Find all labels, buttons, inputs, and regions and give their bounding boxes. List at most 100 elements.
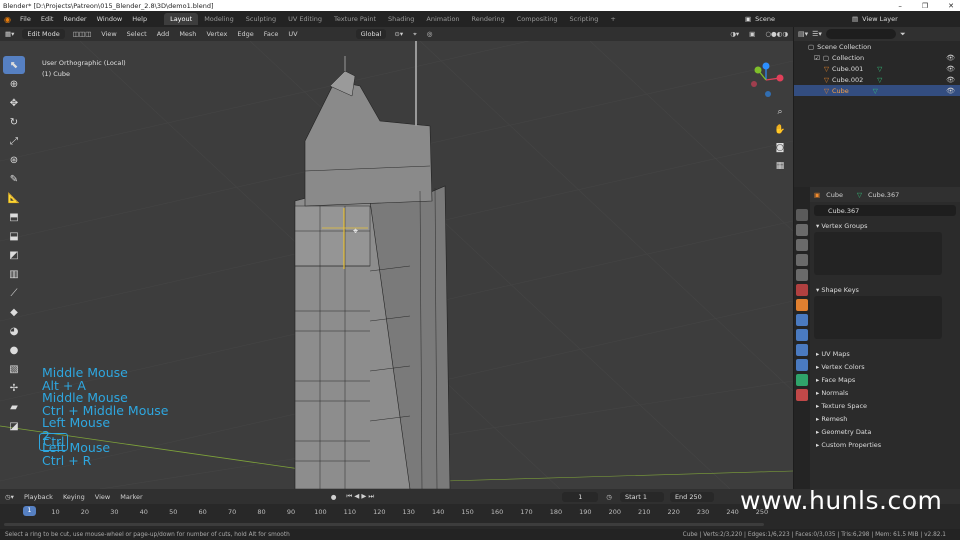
panel-texture-space[interactable]: ▸ Texture Space bbox=[810, 399, 960, 412]
timeline-editor-icon[interactable]: ◷▾ bbox=[0, 493, 19, 501]
xray-icon[interactable]: ▣ bbox=[744, 30, 760, 38]
filter-icon[interactable]: ⏷ bbox=[900, 30, 906, 39]
physics-tab-icon[interactable] bbox=[796, 344, 808, 356]
eye-icon[interactable]: 👁 bbox=[946, 54, 955, 62]
zoom-icon[interactable]: ⌕ bbox=[773, 105, 787, 119]
shape-keys-list[interactable] bbox=[814, 296, 942, 339]
playhead-marker[interactable]: 1 bbox=[23, 506, 36, 516]
camera-icon[interactable]: ◙ bbox=[773, 141, 787, 155]
grid-view-icon[interactable]: ▦ bbox=[773, 159, 787, 173]
bevel-tool-icon[interactable]: ◩ bbox=[3, 246, 25, 264]
view-layer-tab-icon[interactable] bbox=[796, 254, 808, 266]
rip-tool-icon[interactable]: ◪ bbox=[3, 417, 25, 435]
constraints-tab-icon[interactable] bbox=[796, 359, 808, 371]
panel-vertex-colors[interactable]: ▸ Vertex Colors bbox=[810, 360, 960, 373]
tab-texture-paint[interactable]: Texture Paint bbox=[328, 13, 382, 25]
tab-sculpting[interactable]: Sculpting bbox=[240, 13, 282, 25]
menu-help[interactable]: Help bbox=[127, 15, 152, 23]
display-mode-icon[interactable]: ☰▾ bbox=[812, 30, 822, 38]
overlay-icon[interactable]: ◑▾ bbox=[725, 30, 744, 38]
measure-tool-icon[interactable]: 📐 bbox=[3, 189, 25, 207]
menu-playback[interactable]: Playback bbox=[19, 493, 58, 501]
panel-normals[interactable]: ▸ Normals bbox=[810, 386, 960, 399]
menu-marker[interactable]: Marker bbox=[115, 493, 147, 501]
gizmo-y-icon[interactable] bbox=[754, 66, 762, 74]
panel-custom-properties[interactable]: ▸ Custom Properties bbox=[810, 438, 960, 451]
mode-dropdown[interactable]: Edit Mode bbox=[22, 29, 65, 39]
render-tab-icon[interactable] bbox=[796, 224, 808, 236]
tab-layout[interactable]: Layout bbox=[164, 13, 199, 25]
vp-menu-face[interactable]: Face bbox=[259, 30, 284, 38]
menu-render[interactable]: Render bbox=[58, 15, 91, 23]
outliner-editor-icon[interactable]: ▤▾ bbox=[798, 30, 808, 38]
outliner-row-cube-001[interactable]: ▽ Cube.001 ▽ 👁 bbox=[794, 63, 960, 74]
tab-scripting[interactable]: Scripting bbox=[564, 13, 605, 25]
select-mode-icons[interactable]: ◫◫◫ bbox=[68, 30, 96, 38]
transform-tool-icon[interactable]: ⊛ bbox=[3, 151, 25, 169]
menu-edit[interactable]: Edit bbox=[36, 15, 59, 23]
scale-tool-icon[interactable]: ⤢ bbox=[3, 132, 25, 150]
vp-menu-view[interactable]: View bbox=[96, 30, 121, 38]
particles-tab-icon[interactable] bbox=[796, 329, 808, 341]
panel-face-maps[interactable]: ▸ Face Maps bbox=[810, 373, 960, 386]
scene-selector[interactable]: ▣ Scene bbox=[745, 13, 815, 25]
loop-cut-tool-icon[interactable]: ▥ bbox=[3, 265, 25, 283]
eye-icon[interactable]: 👁 bbox=[946, 65, 955, 73]
blender-logo-icon[interactable]: ◉ bbox=[0, 15, 15, 24]
menu-window[interactable]: Window bbox=[92, 15, 128, 23]
rotate-tool-icon[interactable]: ↻ bbox=[3, 113, 25, 131]
menu-keying[interactable]: Keying bbox=[58, 493, 90, 501]
smooth-tool-icon[interactable]: ● bbox=[3, 341, 25, 359]
panel-geometry-data[interactable]: ▸ Geometry Data bbox=[810, 425, 960, 438]
vp-menu-mesh[interactable]: Mesh bbox=[174, 30, 201, 38]
3d-viewport[interactable]: ⌖ User Orthographic (Local) (1) Cube Mid… bbox=[0, 41, 793, 489]
cursor-tool-icon[interactable]: ⊕ bbox=[3, 75, 25, 93]
select-tool-icon[interactable]: ⬉ bbox=[3, 56, 25, 74]
checkbox-icon[interactable]: ☑ bbox=[814, 54, 820, 62]
extrude-tool-icon[interactable]: ⬒ bbox=[3, 208, 25, 226]
start-frame-field[interactable]: Start 1 bbox=[619, 491, 664, 502]
tab-uv-editing[interactable]: UV Editing bbox=[282, 13, 328, 25]
edge-slide-tool-icon[interactable]: ▧ bbox=[3, 360, 25, 378]
scene-tab-icon[interactable] bbox=[796, 269, 808, 281]
outliner-row-cube[interactable]: ▽ Cube ▽ 👁 bbox=[794, 85, 960, 96]
menu-file[interactable]: File bbox=[15, 15, 36, 23]
tab-shading[interactable]: Shading bbox=[382, 13, 420, 25]
panel-remesh[interactable]: ▸ Remesh bbox=[810, 412, 960, 425]
minimize-button[interactable]: – bbox=[898, 2, 902, 10]
inset-tool-icon[interactable]: ⬓ bbox=[3, 227, 25, 245]
shear-tool-icon[interactable]: ▰ bbox=[3, 398, 25, 416]
tab-compositing[interactable]: Compositing bbox=[511, 13, 564, 25]
panel-shape-keys[interactable]: ▾ Shape Keys bbox=[810, 283, 960, 296]
vp-menu-uv[interactable]: UV bbox=[283, 30, 302, 38]
object-tab-icon[interactable] bbox=[796, 299, 808, 311]
end-frame-field[interactable]: End 250 bbox=[669, 491, 714, 502]
gizmo-z-icon[interactable] bbox=[762, 62, 770, 70]
maximize-button[interactable]: ❐ bbox=[922, 2, 928, 10]
poly-build-tool-icon[interactable]: ◆ bbox=[3, 303, 25, 321]
preview-range-icon[interactable]: ◷ bbox=[601, 493, 617, 501]
knife-tool-icon[interactable]: ⟋ bbox=[3, 284, 25, 302]
vp-menu-edge[interactable]: Edge bbox=[232, 30, 258, 38]
shading-icons[interactable]: ○●◐◑ bbox=[760, 30, 793, 38]
outliner-row-collection[interactable]: ☑ ▢ Collection 👁 bbox=[794, 52, 960, 63]
timeline-scrollbar[interactable] bbox=[4, 523, 764, 526]
editor-type-icon[interactable]: ▦▾ bbox=[0, 30, 19, 38]
material-tab-icon[interactable] bbox=[796, 389, 808, 401]
outliner-search-input[interactable] bbox=[825, 29, 896, 39]
orientation-dropdown[interactable]: Global bbox=[355, 29, 387, 39]
world-tab-icon[interactable] bbox=[796, 284, 808, 296]
panel-uv-maps[interactable]: ▸ UV Maps bbox=[810, 347, 960, 360]
modifier-tab-icon[interactable] bbox=[796, 314, 808, 326]
annotate-tool-icon[interactable]: ✎ bbox=[3, 170, 25, 188]
move-tool-icon[interactable]: ✥ bbox=[3, 94, 25, 112]
mesh-data-tab-icon[interactable] bbox=[796, 374, 808, 386]
vp-menu-vertex[interactable]: Vertex bbox=[201, 30, 232, 38]
pan-hand-icon[interactable]: ✋ bbox=[773, 123, 787, 137]
current-frame-field[interactable]: 1 bbox=[562, 491, 599, 502]
mesh-name-field[interactable]: Cube.367 bbox=[814, 205, 956, 216]
record-icon[interactable]: ● bbox=[326, 493, 342, 501]
tab-rendering[interactable]: Rendering bbox=[466, 13, 511, 25]
shrink-tool-icon[interactable]: ✢ bbox=[3, 379, 25, 397]
tab-modeling[interactable]: Modeling bbox=[198, 13, 240, 25]
